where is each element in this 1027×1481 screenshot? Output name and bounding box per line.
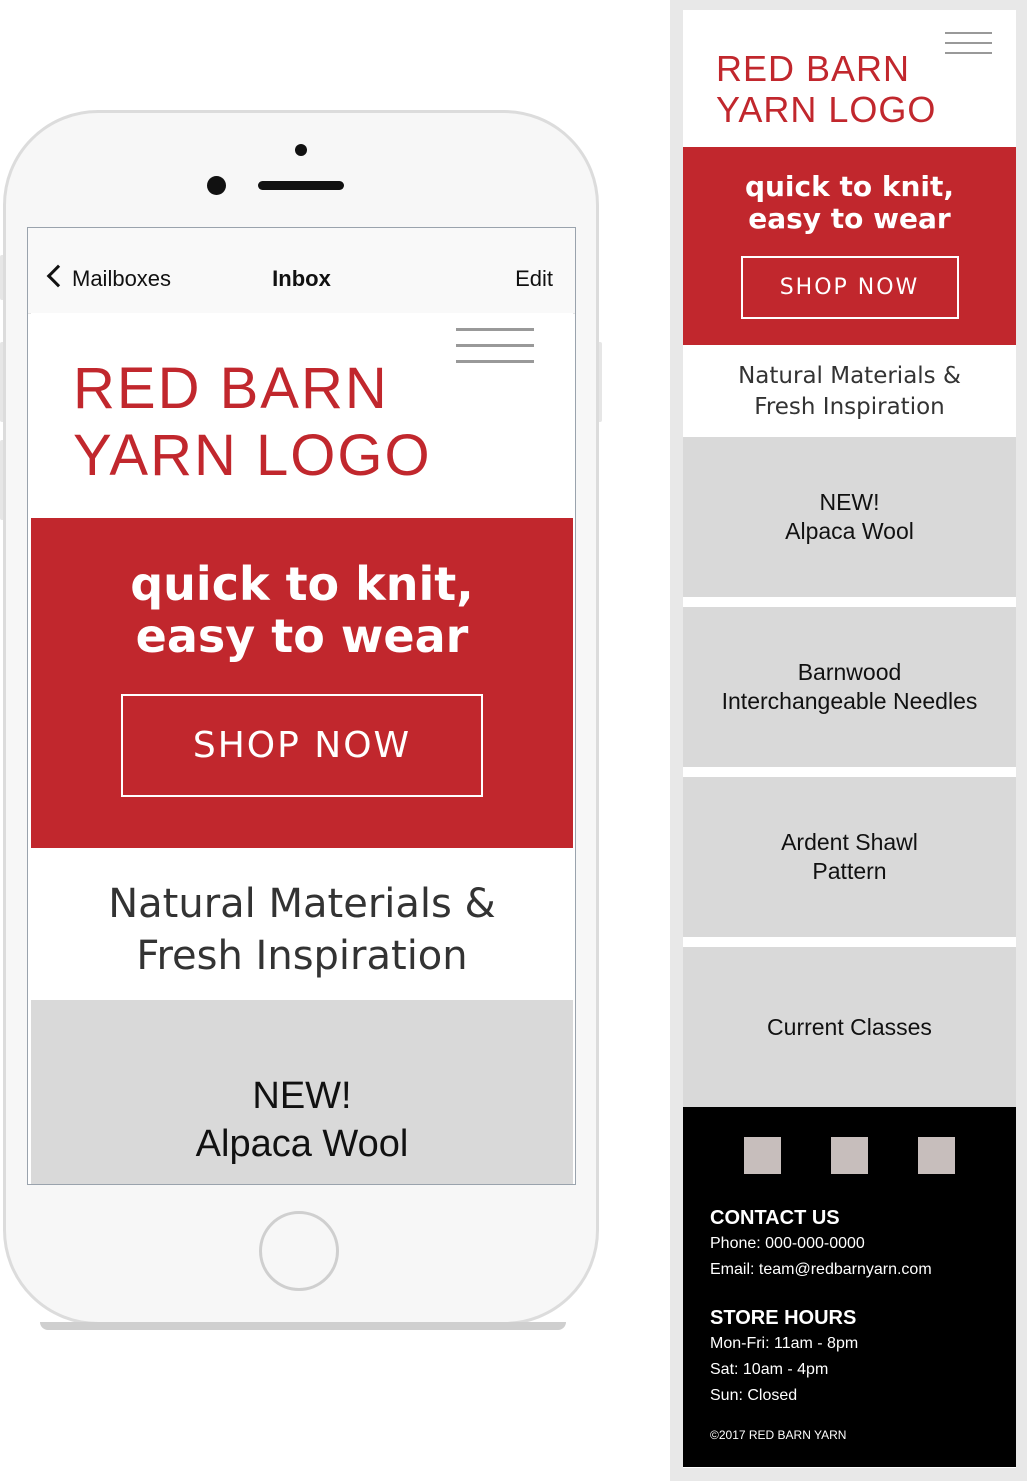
logo-line-1: RED BARN (716, 48, 911, 89)
social-icon[interactable] (744, 1137, 781, 1174)
divider (683, 937, 1016, 947)
tagline-line-1: Natural Materials & (738, 363, 961, 389)
sensor-icon (207, 176, 226, 195)
social-icon[interactable] (831, 1137, 868, 1174)
product-line-1: Ardent Shawl (781, 829, 918, 855)
mail-title: Inbox (272, 266, 331, 291)
email-body: RED BARN YARN LOGO quick to knit, easy t… (28, 313, 575, 1184)
copyright: ©2017 RED BARN YARN (710, 1428, 847, 1442)
contact-heading: CONTACT US (710, 1207, 840, 1229)
promo-line-1: quick to knit, (744, 170, 955, 203)
shop-now-button[interactable]: SHOP NOW (121, 694, 483, 797)
promo-banner: quick to knit, easy to wear SHOP NOW (683, 147, 1016, 345)
divider (683, 767, 1016, 777)
promo-line-2: easy to wear (135, 609, 469, 663)
mail-nav-bar: Mailboxes Inbox Edit (28, 228, 575, 314)
logo-line-2: YARN LOGO (716, 89, 937, 130)
home-button[interactable] (259, 1211, 339, 1291)
tagline: Natural Materials & Fresh Inspiration (31, 848, 573, 1000)
menu-icon[interactable] (945, 32, 992, 62)
hours-block: STORE HOURS Mon-Fri: 11am - 8pm Sat: 10a… (710, 1305, 858, 1409)
product-tile-classes[interactable]: Current Classes (683, 947, 1016, 1107)
divider (683, 597, 1016, 607)
product-tile-needles[interactable]: Barnwood Interchangeable Needles (683, 607, 1016, 767)
product-line-2: Pattern (812, 858, 887, 884)
hours-line: Sun: Closed (710, 1387, 798, 1404)
logo-line-1: RED BARN (73, 356, 389, 421)
product-line-1: Current Classes (767, 1013, 932, 1040)
product-line-2: Interchangeable Needles (721, 688, 978, 714)
promo-banner: quick to knit, easy to wear SHOP NOW (31, 518, 573, 848)
hours-line: Mon-Fri: 11am - 8pm (710, 1335, 859, 1352)
product-line-2: Alpaca Wool (785, 518, 914, 544)
phone-shadow (40, 1322, 566, 1330)
social-icon[interactable] (918, 1137, 955, 1174)
promo-headline: quick to knit, easy to wear (683, 147, 1016, 235)
promo-headline: quick to knit, easy to wear (31, 518, 573, 662)
menu-icon[interactable] (456, 328, 534, 376)
email-footer: CONTACT US Phone: 000-000-0000 Email: te… (683, 1107, 1016, 1467)
hours-heading: STORE HOURS (710, 1307, 857, 1329)
speaker-icon (258, 181, 344, 190)
brand-logo: RED BARN YARN LOGO (73, 355, 432, 489)
product-line-1: Barnwood (797, 659, 902, 685)
product-tile-shawl[interactable]: Ardent Shawl Pattern (683, 777, 1016, 937)
shop-now-button[interactable]: SHOP NOW (740, 256, 959, 319)
email-header: RED BARN YARN LOGO (31, 313, 573, 518)
product-line-1: NEW! (819, 489, 880, 515)
contact-email[interactable]: Email: team@redbarnyarn.com (710, 1257, 932, 1283)
product-line-1: NEW! (252, 1075, 352, 1117)
contact-phone[interactable]: Phone: 000-000-0000 (710, 1231, 932, 1257)
tagline-line-2: Fresh Inspiration (754, 394, 945, 420)
email-preview: RED BARN YARN LOGO quick to knit, easy t… (683, 10, 1016, 1468)
product-tile-alpaca[interactable]: NEW! Alpaca Wool (31, 1000, 573, 1184)
product-tile-alpaca[interactable]: NEW! Alpaca Wool (683, 437, 1016, 597)
logo-line-2: YARN LOGO (73, 423, 432, 488)
hours-line: Sat: 10am - 4pm (710, 1361, 829, 1378)
tagline-line-1: Natural Materials & (108, 881, 496, 927)
email-header: RED BARN YARN LOGO (683, 10, 1016, 147)
social-links (683, 1137, 1016, 1174)
phone-screen: Mailboxes Inbox Edit RED BARN YARN LOGO … (27, 227, 576, 1185)
camera-icon (295, 144, 307, 156)
promo-line-1: quick to knit, (130, 557, 474, 611)
tagline-line-2: Fresh Inspiration (136, 933, 468, 979)
edit-button[interactable]: Edit (515, 266, 553, 292)
brand-logo: RED BARN YARN LOGO (716, 48, 936, 130)
product-line-2: Alpaca Wool (195, 1123, 409, 1165)
tagline: Natural Materials & Fresh Inspiration (683, 345, 1016, 437)
contact-block: CONTACT US Phone: 000-000-0000 Email: te… (710, 1205, 932, 1283)
promo-line-2: easy to wear (748, 202, 951, 235)
